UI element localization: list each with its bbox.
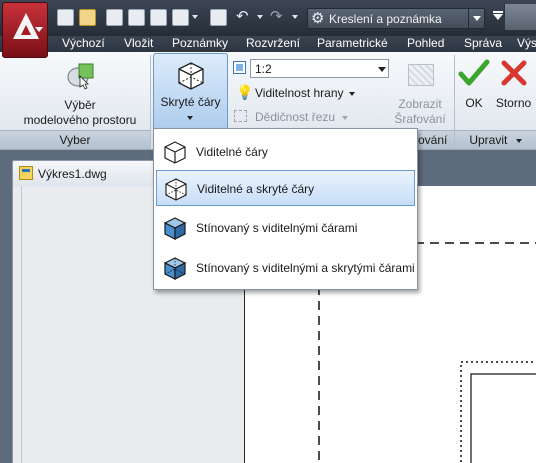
cancel-label: Storno — [495, 96, 532, 110]
workspace-switcher[interactable]: ⚙ Kreslení a poznámka — [307, 8, 485, 29]
section-inheritance-label: Dědičnost řezu — [255, 110, 336, 124]
panel-divider — [150, 55, 151, 149]
scale-combobox[interactable]: 1:2 — [231, 59, 389, 79]
menu-item-visible-hidden-lines[interactable]: Viditelné a skryté čáry — [156, 170, 415, 206]
chevron-down-icon[interactable] — [257, 15, 263, 19]
menu-item-shaded-visible-hidden[interactable]: Stínovaný s viditelnými a skrytými čáram… — [156, 250, 415, 286]
show-hatch-label-1: Zobrazit — [398, 97, 442, 111]
save-as-icon[interactable] — [106, 9, 123, 26]
publish-icon[interactable] — [172, 9, 189, 26]
checkmark-icon — [458, 59, 490, 86]
panel-footer-vyber: Vyber — [0, 130, 150, 149]
solid-outline — [470, 373, 536, 463]
undo-icon[interactable]: ↶ — [236, 8, 249, 25]
scale-select[interactable]: 1:2 — [250, 59, 389, 78]
hidden-lines-cube-icon — [178, 62, 204, 90]
customize-toolbar-icon[interactable] — [493, 11, 503, 20]
select-model-space-label-2: modelového prostoru — [23, 113, 137, 127]
panel-footer-upravit[interactable]: Upravit — [455, 130, 536, 149]
chevron-down-icon — [187, 116, 193, 120]
ribbon-tab-bar: Výchozí Vložit Poznámky Rozvržení Parame… — [0, 36, 536, 52]
tab-rozvrzeni[interactable]: Rozvržení — [246, 36, 300, 52]
scale-value: 1:2 — [255, 62, 272, 76]
chevron-down-icon — [342, 116, 348, 120]
save-icon[interactable] — [128, 9, 145, 26]
drawing-file-icon — [19, 166, 33, 180]
application-menu-button[interactable] — [2, 2, 48, 58]
chevron-down-icon — [515, 138, 522, 143]
shaded-visible-hidden-icon — [163, 257, 187, 280]
gear-icon: ⚙ — [311, 10, 325, 27]
chevron-down-icon[interactable] — [378, 67, 386, 72]
chevron-down-icon[interactable] — [292, 15, 298, 19]
section-inheritance-icon — [234, 110, 247, 122]
window-frame-strip — [504, 4, 536, 30]
menu-item-label: Viditelné čáry — [196, 145, 268, 159]
cancel-button[interactable]: Storno — [491, 56, 536, 126]
tab-vychozi[interactable]: Výchozí — [62, 36, 105, 52]
chevron-down-icon — [349, 92, 355, 96]
visible-lines-icon — [164, 141, 186, 164]
show-hatch-label-2: Šrafování — [394, 112, 446, 126]
hidden-lines-dropdown: Viditelné čáry Viditelné a skryté čáry S… — [153, 128, 418, 290]
edge-visibility-button[interactable]: 💡 Viditelnost hrany — [232, 84, 368, 102]
open-file-icon[interactable] — [79, 9, 96, 26]
chevron-down-icon — [35, 27, 43, 32]
visible-hidden-lines-icon — [165, 178, 187, 201]
ok-button[interactable]: OK — [457, 56, 491, 126]
plot-icon[interactable] — [150, 9, 167, 26]
menu-item-label: Stínovaný s viditelnými a skrytými čáram… — [196, 261, 415, 275]
ok-label: OK — [465, 96, 483, 110]
menu-item-label: Viditelné a skryté čáry — [197, 182, 315, 196]
document-tab-title: Výkres1.dwg — [38, 167, 107, 181]
quick-access-toolbar: ↶ ↷ ⚙ Kreslení a poznámka — [0, 0, 536, 36]
edge-visibility-label: Viditelnost hrany — [255, 86, 344, 100]
menu-item-visible-lines[interactable]: Viditelné čáry — [156, 134, 415, 170]
workspace-label: Kreslení a poznámka — [329, 12, 442, 26]
panel-footer-upravit-label: Upravit — [469, 133, 508, 147]
dotted-outline — [460, 361, 536, 463]
section-inheritance-button[interactable]: Dědičnost řezu — [232, 108, 362, 126]
tab-sprava[interactable]: Správa — [464, 36, 502, 52]
chevron-down-icon[interactable] — [192, 15, 198, 19]
menu-item-label: Stínovaný s viditelnými čárami — [196, 221, 358, 235]
close-icon — [501, 60, 527, 86]
autocad-logo-icon — [13, 13, 39, 39]
show-hatch-button[interactable]: Zobrazit Šrafování — [392, 60, 448, 130]
print-icon[interactable] — [210, 9, 227, 26]
select-model-space-button[interactable]: Výběr modelového prostoru — [18, 60, 142, 128]
tab-vystup[interactable]: Výs — [517, 36, 536, 52]
select-model-space-label-1: Výběr — [64, 98, 96, 112]
scale-icon — [233, 61, 246, 74]
tab-pohled[interactable]: Pohled — [407, 36, 444, 52]
tab-vlozit[interactable]: Vložit — [124, 36, 153, 52]
menu-item-shaded-visible[interactable]: Stínovaný s viditelnými čárami — [156, 210, 415, 246]
tab-parametricke[interactable]: Parametrické — [317, 36, 388, 52]
redo-icon[interactable]: ↷ — [270, 8, 283, 25]
shaded-visible-icon — [163, 217, 187, 240]
panel-footer-partial: ování — [418, 130, 454, 149]
hatch-icon — [408, 64, 434, 86]
hidden-lines-button[interactable]: Skryté čáry — [153, 53, 228, 130]
model-space-icon — [67, 63, 94, 90]
lightbulb-icon: 💡 — [236, 84, 254, 100]
new-file-icon[interactable] — [57, 9, 74, 26]
tab-poznamky[interactable]: Poznámky — [172, 36, 228, 52]
hidden-lines-label: Skryté čáry — [160, 95, 221, 109]
chevron-down-icon[interactable] — [468, 9, 484, 28]
